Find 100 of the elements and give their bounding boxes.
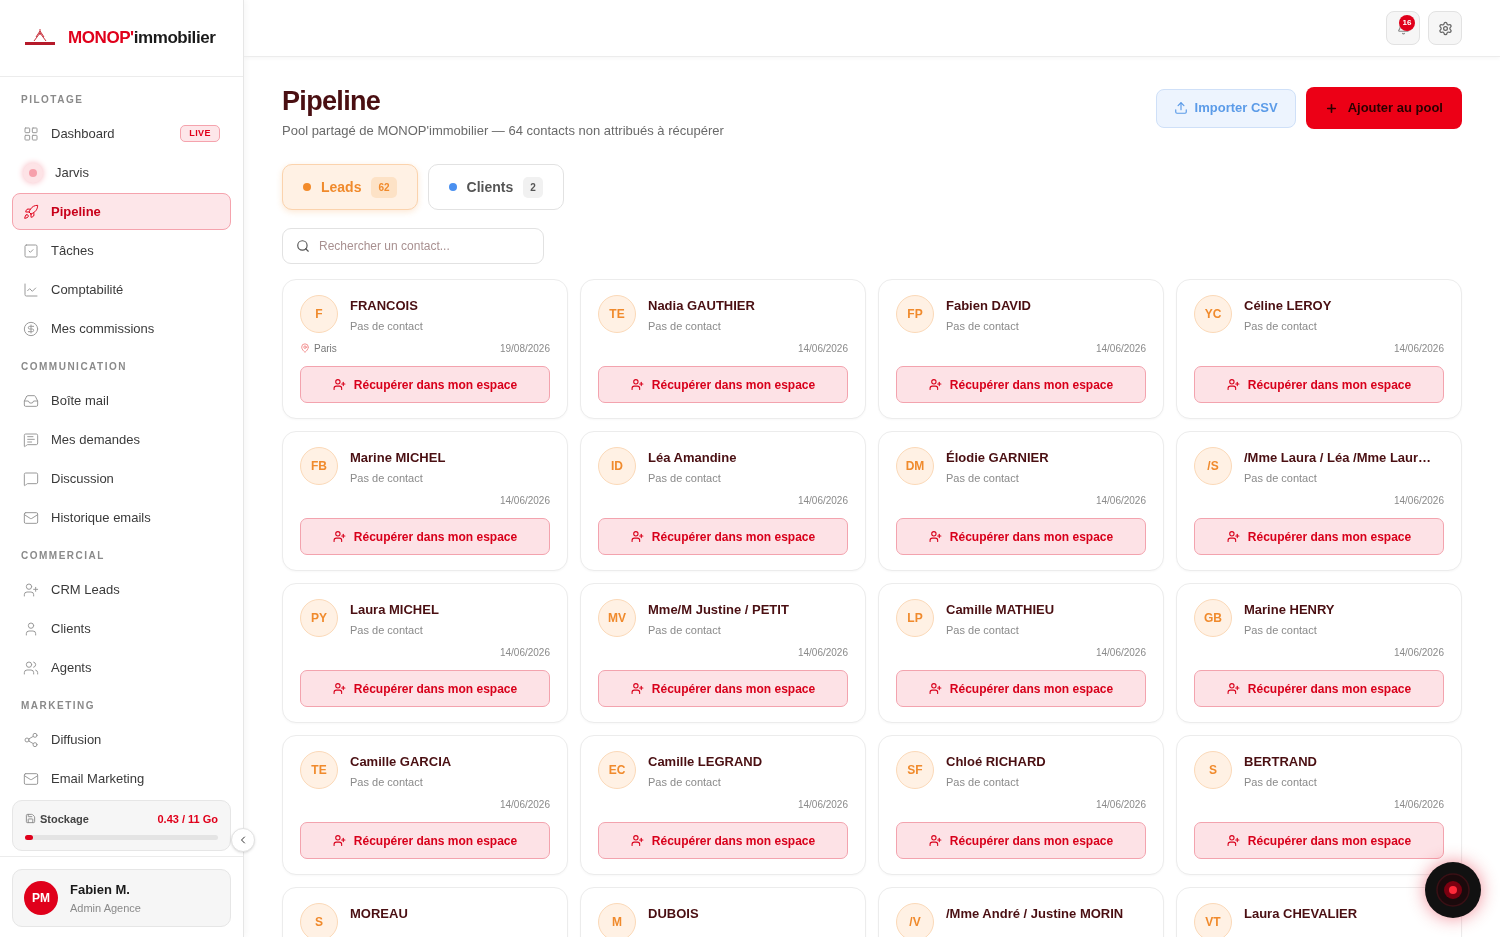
- contact-status: Pas de contact: [350, 318, 423, 334]
- mail-icon: [23, 770, 39, 787]
- user-plus-icon: [332, 530, 346, 544]
- claim-button[interactable]: Récupérer dans mon espace: [1194, 518, 1444, 556]
- contact-avatar: TE: [598, 295, 636, 334]
- contact-date: 14/06/2026: [797, 797, 848, 812]
- filter-tab[interactable]: Clients 2: [427, 164, 564, 211]
- contact-avatar: S: [300, 903, 338, 937]
- sidebar-item[interactable]: Jarvis: [12, 154, 231, 191]
- user-plus-icon: [630, 530, 644, 544]
- contact-status: Pas de contact: [648, 470, 722, 486]
- brand-name: MONOP'immobilier: [68, 27, 216, 50]
- claim-button[interactable]: Récupérer dans mon espace: [1194, 366, 1444, 404]
- user-plus-icon: [1226, 834, 1240, 848]
- contact-date: 19/08/2026: [499, 341, 550, 356]
- search-icon: [296, 239, 310, 254]
- contact-avatar: EC: [598, 751, 636, 790]
- contact-avatar: GB: [1194, 599, 1232, 638]
- sidebar-label: Dashboard: [51, 124, 116, 143]
- contact-status: Pas de contact: [946, 470, 1020, 486]
- claim-button[interactable]: Récupérer dans mon espace: [598, 366, 848, 404]
- contact-status: Pas de contact: [350, 774, 424, 790]
- claim-button[interactable]: Récupérer dans mon espace: [896, 518, 1146, 556]
- sidebar-label: CRM Leads: [51, 580, 121, 599]
- assistant-orb-button[interactable]: [1425, 862, 1481, 918]
- live-badge: LIVE: [180, 124, 220, 143]
- contact-date: 14/06/2026: [1095, 341, 1146, 356]
- contact-avatar: YC: [1194, 295, 1232, 334]
- user-name: Fabien M.: [70, 881, 131, 899]
- pin-icon: [300, 343, 310, 354]
- filter-tab[interactable]: Leads 62: [282, 164, 418, 211]
- sidebar-label: Boîte mail: [51, 391, 110, 410]
- contact-name: Marine HENRY: [1244, 601, 1335, 620]
- import-button[interactable]: Importer CSV: [1155, 88, 1296, 128]
- user-plus-icon: [23, 581, 39, 598]
- inbox-icon: [23, 392, 39, 409]
- sidebar-item[interactable]: Agents: [12, 649, 231, 686]
- claim-button[interactable]: Récupérer dans mon espace: [896, 366, 1146, 404]
- sidebar-item[interactable]: Email Marketing: [12, 760, 231, 797]
- rocket-icon: [23, 203, 39, 220]
- sidebar-item[interactable]: Mes demandes: [12, 421, 231, 458]
- notification-count: 16: [1399, 15, 1415, 31]
- contact-status: Pas de contact: [1244, 774, 1317, 790]
- sidebar-item[interactable]: Pipeline: [12, 193, 231, 230]
- orb-icon: [23, 162, 43, 183]
- contact-avatar: SF: [896, 751, 934, 790]
- sidebar-item[interactable]: CRM Leads: [12, 571, 231, 608]
- claim-button[interactable]: Récupérer dans mon espace: [896, 822, 1146, 860]
- sidebar-label: Historique emails: [51, 508, 152, 527]
- grid-icon: [23, 125, 39, 142]
- contact-location: Paris: [314, 341, 337, 356]
- user-plus-icon: [630, 834, 644, 848]
- contact-name: /Mme Laura / Léa /Mme Laur…: [1244, 449, 1432, 468]
- user-plus-icon: [928, 682, 942, 696]
- contact-name: Camille MATHIEU: [946, 601, 1055, 620]
- sidebar-item[interactable]: Dashboard LIVE: [12, 115, 231, 152]
- contact-avatar: FB: [300, 447, 338, 486]
- sidebar-item[interactable]: Mes commissions: [12, 310, 231, 347]
- claim-button[interactable]: Récupérer dans mon espace: [598, 670, 848, 708]
- sidebar-item[interactable]: Comptabilité: [12, 271, 231, 308]
- sidebar-item[interactable]: Discussion: [12, 460, 231, 497]
- page-title: Pipeline: [282, 85, 381, 118]
- contact-status: Pas de contact: [1244, 318, 1318, 334]
- claim-button[interactable]: Récupérer dans mon espace: [1194, 822, 1444, 860]
- search-field[interactable]: Rechercher un contact...: [282, 228, 544, 265]
- claim-button[interactable]: Récupérer dans mon espace: [300, 366, 550, 404]
- tab-count: 62: [371, 176, 397, 198]
- sidebar-item[interactable]: Historique emails: [12, 499, 231, 536]
- claim-button[interactable]: Récupérer dans mon espace: [1194, 670, 1444, 708]
- sidebar-item[interactable]: Diffusion: [12, 721, 231, 758]
- contact-status: Pas de contact: [946, 318, 1020, 334]
- user-card[interactable]: PM Fabien M. Admin Agence: [12, 869, 231, 927]
- sidebar-label: Tâches: [51, 241, 95, 260]
- contact-name: Fabien DAVID: [946, 297, 1031, 316]
- claim-button[interactable]: Récupérer dans mon espace: [300, 670, 550, 708]
- contact-name: Nadia GAUTHIER: [648, 297, 755, 316]
- sidebar-label: Mes commissions: [51, 319, 156, 338]
- settings-button[interactable]: [1428, 11, 1462, 45]
- claim-button[interactable]: Récupérer dans mon espace: [896, 670, 1146, 708]
- claim-button[interactable]: Récupérer dans mon espace: [598, 518, 848, 556]
- sidebar-item[interactable]: Boîte mail: [12, 382, 231, 419]
- section-heading: COMMUNICATION: [20, 360, 128, 374]
- sidebar-item[interactable]: Tâches: [12, 232, 231, 269]
- checkbox-icon: [23, 242, 39, 259]
- claim-button[interactable]: Récupérer dans mon espace: [300, 518, 550, 556]
- contact-date: 14/06/2026: [499, 645, 550, 660]
- message-icon: [23, 431, 39, 448]
- contact-avatar: /V: [896, 903, 934, 937]
- sidebar-label: Pipeline: [51, 202, 102, 221]
- contact-avatar: /S: [1194, 447, 1232, 486]
- claim-button[interactable]: Récupérer dans mon espace: [598, 822, 848, 860]
- notifications-button[interactable]: 16: [1386, 11, 1420, 45]
- contact-date: 14/06/2026: [499, 493, 550, 508]
- sidebar-item[interactable]: Clients: [12, 610, 231, 647]
- contact-avatar: DM: [896, 447, 934, 486]
- contact-name: Mme/M Justine / PETIT: [648, 601, 789, 620]
- user-plus-icon: [332, 834, 346, 848]
- add-button[interactable]: Ajouter au pool: [1305, 87, 1462, 129]
- claim-button[interactable]: Récupérer dans mon espace: [300, 822, 550, 860]
- sidebar-label: Email Marketing: [51, 769, 146, 788]
